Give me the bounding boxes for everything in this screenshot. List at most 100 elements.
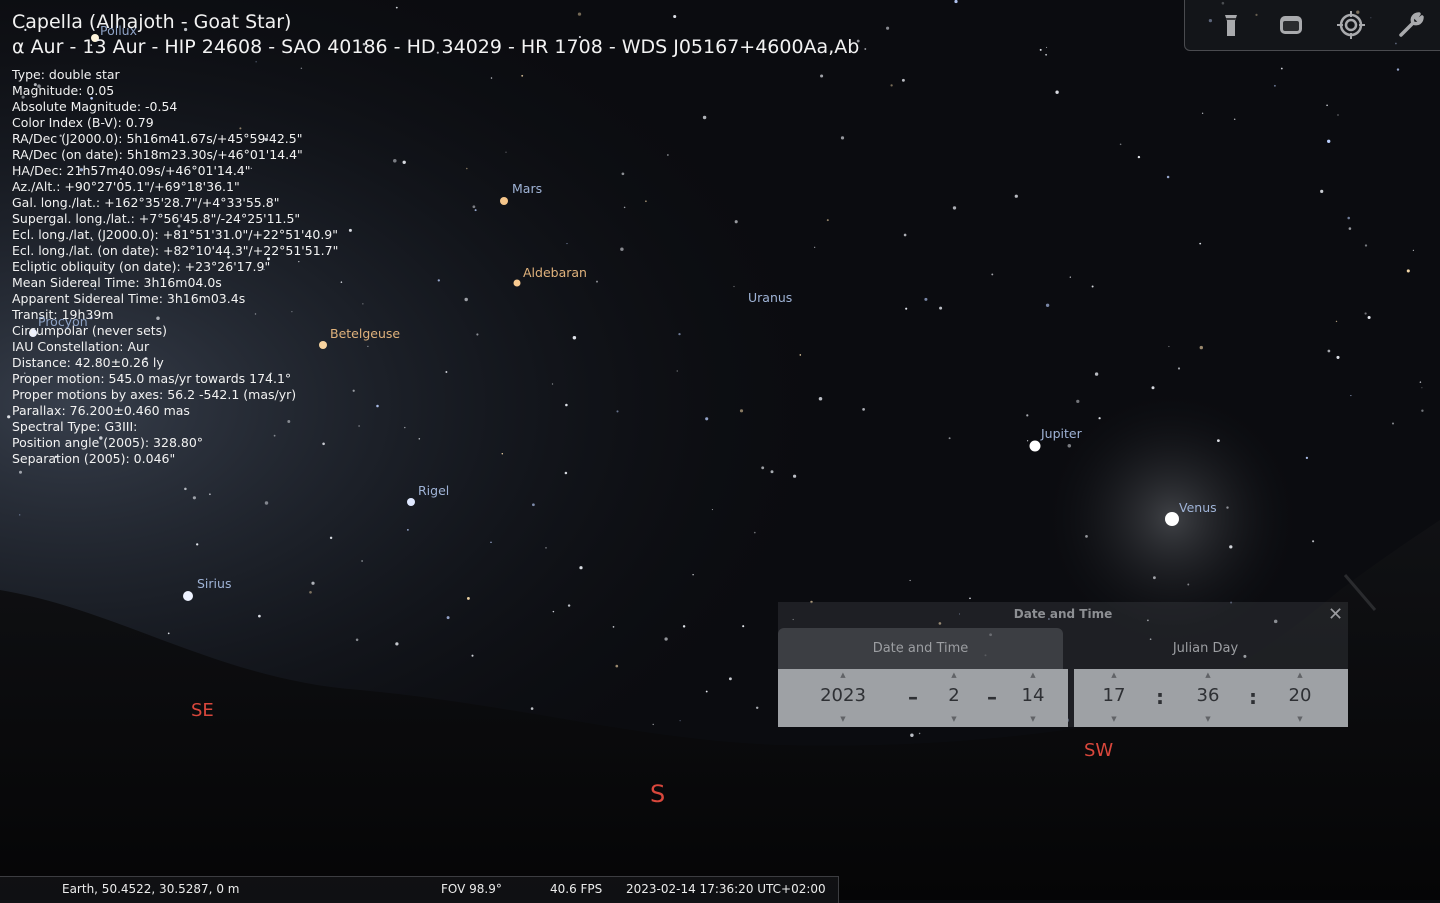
tab-date-and-time[interactable]: Date and Time bbox=[778, 628, 1063, 669]
star bbox=[1216, 439, 1220, 443]
day-value: 14 bbox=[1021, 685, 1045, 706]
star bbox=[1098, 417, 1101, 420]
star bbox=[890, 84, 893, 87]
star bbox=[1337, 114, 1339, 116]
chevron-up-icon[interactable]: ▲ bbox=[934, 671, 974, 679]
label-mars[interactable]: Mars bbox=[512, 181, 542, 196]
label-venus[interactable]: Venus bbox=[1179, 500, 1217, 515]
star bbox=[1187, 583, 1190, 586]
year-value: 2023 bbox=[820, 685, 866, 706]
star bbox=[564, 471, 568, 475]
status-datetime[interactable]: 2023-02-14 17:36:20 UTC+02:00 bbox=[626, 882, 826, 896]
label-aldebaran[interactable]: Aldebaran bbox=[523, 265, 587, 280]
chevron-down-icon[interactable]: ▼ bbox=[934, 715, 974, 723]
star bbox=[1014, 194, 1018, 198]
star bbox=[329, 536, 333, 540]
object-detail-line: HA/Dec: 21h57m40.09s/+46°01'14.4" bbox=[12, 163, 251, 178]
chevron-up-icon[interactable]: ▲ bbox=[1013, 671, 1053, 679]
label-pollux[interactable]: Pollux bbox=[100, 23, 137, 38]
label-rigel[interactable]: Rigel bbox=[418, 483, 449, 498]
object-detail-line: Ecl. long./lat. (J2000.0): +81°51'31.0"/… bbox=[12, 227, 339, 242]
star bbox=[948, 437, 951, 440]
label-betelgeuse[interactable]: Betelgeuse bbox=[330, 326, 400, 341]
minute-spinbox[interactable]: ▲ 36 ▼ bbox=[1188, 669, 1228, 727]
top-right-toolbar bbox=[1184, 0, 1440, 51]
star bbox=[705, 690, 708, 693]
star bbox=[532, 503, 535, 507]
object-detail-line: IAU Constellation: Aur bbox=[12, 339, 150, 354]
chevron-down-icon[interactable]: ▼ bbox=[1188, 715, 1228, 723]
star bbox=[755, 706, 759, 710]
month-spinbox[interactable]: ▲ 2 ▼ bbox=[934, 669, 974, 727]
year-spinbox[interactable]: ▲ 2023 ▼ bbox=[808, 669, 878, 727]
star bbox=[1305, 456, 1309, 460]
label-procyon[interactable]: Procyon bbox=[38, 314, 88, 329]
window-icon[interactable] bbox=[1275, 9, 1307, 41]
star bbox=[1421, 409, 1424, 412]
star bbox=[1137, 155, 1141, 159]
star bbox=[258, 614, 261, 618]
object-details: Type: double star Magnitude: 0.05 Absolute… bbox=[12, 67, 859, 467]
sirius-marker bbox=[183, 591, 193, 601]
star bbox=[545, 547, 547, 549]
chevron-up-icon[interactable]: ▲ bbox=[808, 671, 878, 679]
star bbox=[1336, 355, 1340, 359]
label-jupiter[interactable]: Jupiter bbox=[1041, 426, 1082, 441]
star bbox=[355, 638, 359, 642]
compass-se: SE bbox=[191, 700, 214, 721]
star bbox=[1067, 444, 1072, 448]
star bbox=[886, 26, 890, 30]
star bbox=[1347, 216, 1350, 220]
object-detail-line: Parallax: 76.200±0.460 mas bbox=[12, 403, 190, 418]
hour-spinbox[interactable]: ▲ 17 ▼ bbox=[1094, 669, 1134, 727]
star bbox=[991, 273, 994, 276]
day-spinbox[interactable]: ▲ 14 ▼ bbox=[1013, 669, 1053, 727]
star bbox=[19, 470, 22, 474]
star bbox=[209, 493, 211, 496]
close-icon[interactable]: ✕ bbox=[1328, 604, 1343, 625]
status-fps: 40.6 FPS bbox=[550, 882, 603, 896]
star bbox=[1177, 367, 1181, 370]
star bbox=[1045, 303, 1050, 307]
date-separator: – bbox=[908, 685, 918, 709]
star bbox=[1094, 372, 1099, 376]
star bbox=[793, 474, 797, 478]
chevron-down-icon[interactable]: ▼ bbox=[1280, 715, 1320, 723]
date-time-dialog: Date and Time ✕ Date and Time Julian Day… bbox=[778, 602, 1348, 727]
star bbox=[567, 604, 571, 607]
chevron-up-icon[interactable]: ▲ bbox=[1188, 671, 1228, 679]
star bbox=[1076, 399, 1080, 404]
time-separator: : bbox=[1249, 685, 1257, 709]
star bbox=[1406, 269, 1410, 273]
star bbox=[679, 720, 681, 722]
object-detail-line: Magnitude: 0.05 bbox=[12, 83, 115, 98]
star bbox=[446, 616, 450, 620]
star bbox=[1396, 68, 1400, 71]
second-spinbox[interactable]: ▲ 20 ▼ bbox=[1280, 669, 1320, 727]
star bbox=[1320, 189, 1324, 193]
star bbox=[311, 581, 315, 585]
star bbox=[1119, 143, 1122, 146]
star bbox=[1348, 227, 1352, 230]
object-detail-line: Type: double star bbox=[12, 67, 120, 82]
star bbox=[692, 574, 694, 576]
chevron-up-icon[interactable]: ▲ bbox=[1280, 671, 1320, 679]
star bbox=[954, 0, 958, 4]
chevron-down-icon[interactable]: ▼ bbox=[808, 715, 878, 723]
chevron-up-icon[interactable]: ▲ bbox=[1094, 671, 1134, 679]
target-icon[interactable] bbox=[1335, 9, 1367, 41]
star bbox=[1233, 118, 1236, 121]
star bbox=[1367, 315, 1371, 320]
chevron-down-icon[interactable]: ▼ bbox=[1094, 715, 1134, 723]
flashlight-icon[interactable] bbox=[1215, 9, 1247, 41]
label-sirius[interactable]: Sirius bbox=[197, 576, 231, 591]
tab-julian-day[interactable]: Julian Day bbox=[1063, 628, 1348, 669]
label-uranus[interactable]: Uranus bbox=[748, 290, 792, 305]
status-location[interactable]: Earth, 50.4522, 30.5287, 0 m bbox=[62, 882, 239, 896]
time-separator: : bbox=[1156, 685, 1164, 709]
chevron-down-icon[interactable]: ▼ bbox=[1013, 715, 1053, 723]
star bbox=[753, 531, 756, 534]
star bbox=[1039, 48, 1042, 51]
wrench-icon[interactable] bbox=[1395, 9, 1427, 41]
object-detail-line: Ecl. long./lat. (on date): +82°10'44.3"/… bbox=[12, 243, 339, 258]
